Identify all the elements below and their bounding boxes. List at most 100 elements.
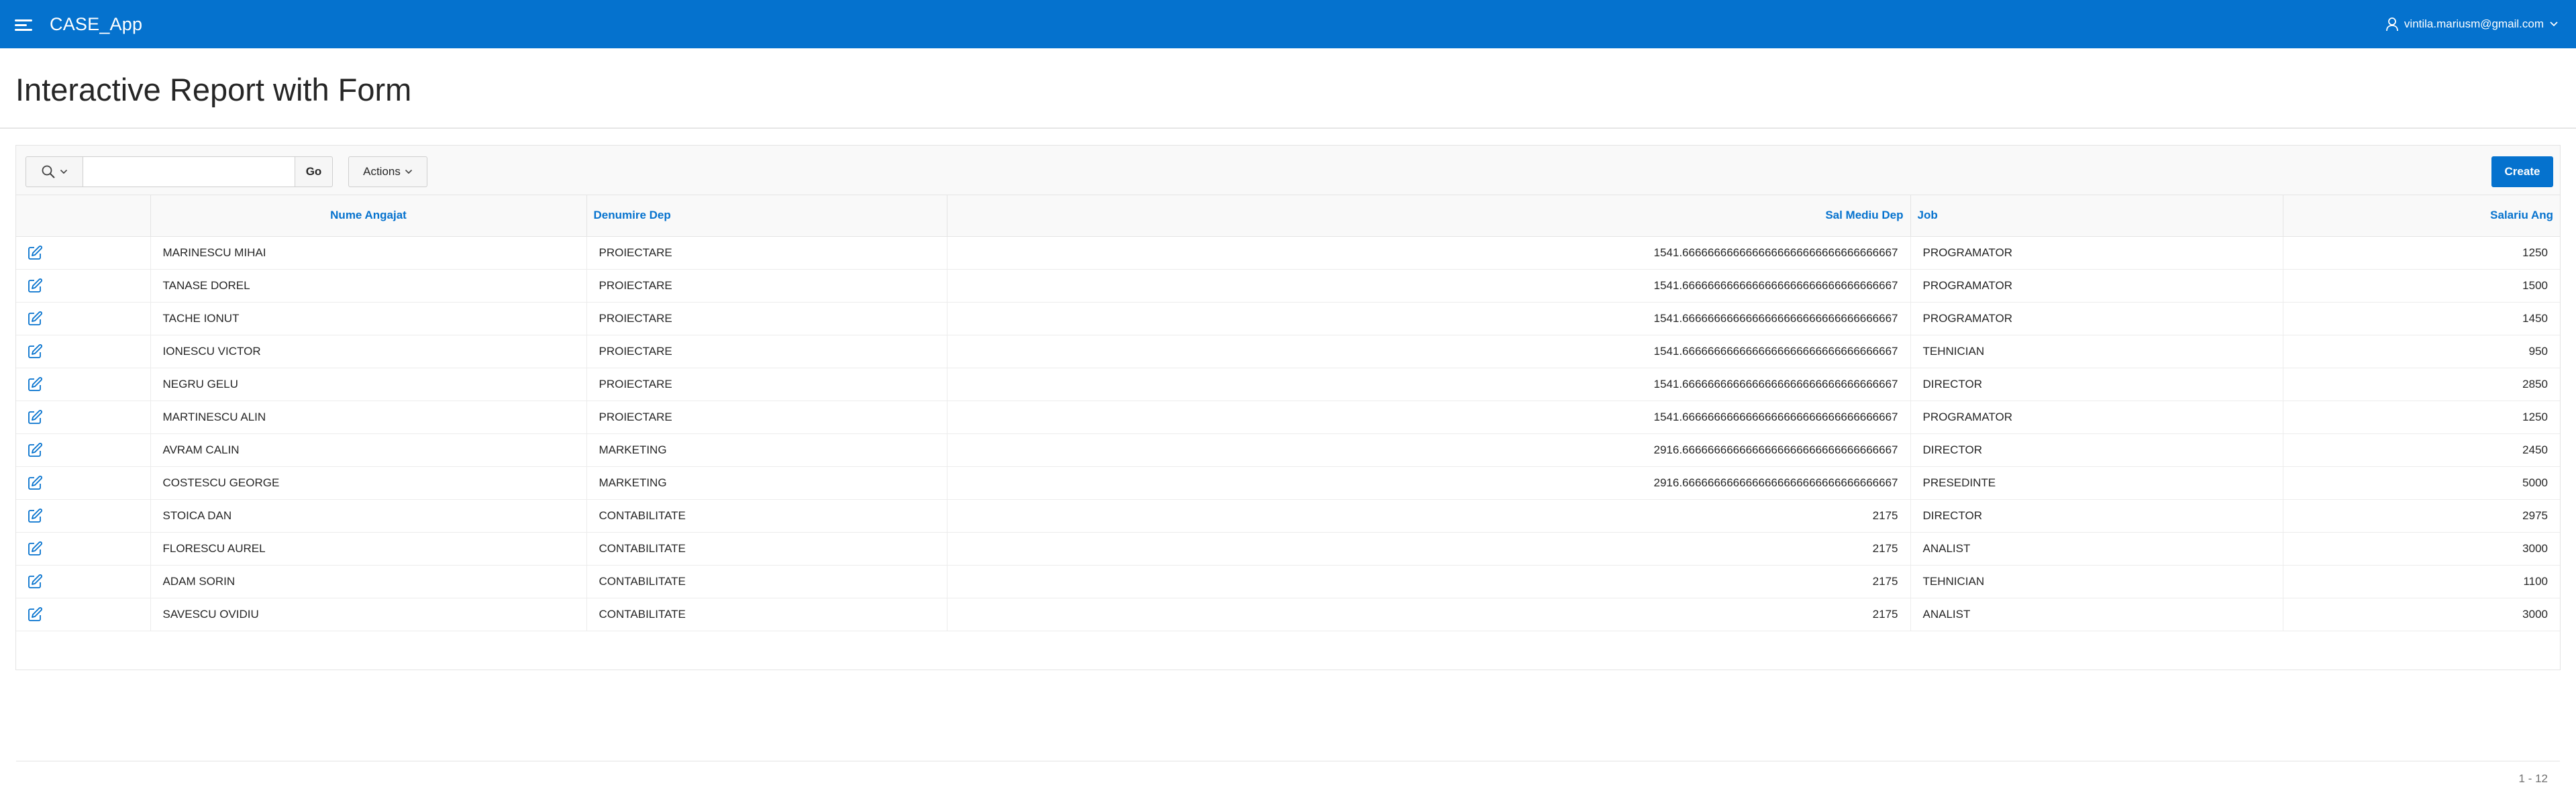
cell-sal-mediu-dep: 1541.6666666666666666666666666666666667 bbox=[947, 236, 1911, 270]
cell-salariu-ang: 2850 bbox=[2283, 368, 2560, 401]
app-title[interactable]: CASE_App bbox=[50, 14, 142, 35]
user-email: vintila.mariusm@gmail.com bbox=[2404, 17, 2544, 30]
table-row: STOICA DAN CONTABILITATE 2175 DIRECTOR 2975 bbox=[16, 499, 2560, 533]
cell-denumire-dep: PROIECTARE bbox=[586, 269, 947, 303]
cell-salariu-ang: 3000 bbox=[2283, 598, 2560, 631]
cell-denumire-dep: CONTABILITATE bbox=[586, 532, 947, 566]
user-menu[interactable]: vintila.mariusm@gmail.com bbox=[2385, 0, 2559, 48]
cell-nume-angajat: MARINESCU MIHAI bbox=[150, 236, 587, 270]
cell-sal-mediu-dep: 2175 bbox=[947, 565, 1911, 598]
column-header-denumire-dep[interactable]: Denumire Dep bbox=[586, 195, 947, 237]
cell-denumire-dep: MARKETING bbox=[586, 433, 947, 467]
edit-icon[interactable] bbox=[27, 343, 43, 360]
table-row: AVRAM CALIN MARKETING 2916.666666666666666… bbox=[16, 433, 2560, 467]
cell-salariu-ang: 5000 bbox=[2283, 466, 2560, 500]
cell-job: TEHNICIAN bbox=[1910, 565, 2283, 598]
edit-icon[interactable] bbox=[27, 442, 43, 458]
search-column-button[interactable] bbox=[25, 156, 83, 187]
hamburger-menu-icon[interactable] bbox=[15, 17, 34, 32]
table-row: MARTINESCU ALIN PROIECTARE 1541.6666666666… bbox=[16, 401, 2560, 434]
edit-cell bbox=[16, 433, 151, 467]
cell-sal-mediu-dep: 1541.6666666666666666666666666666666667 bbox=[947, 302, 1911, 335]
cell-job: PRESEDINTE bbox=[1910, 466, 2283, 500]
edit-icon[interactable] bbox=[27, 508, 43, 524]
edit-cell bbox=[16, 598, 151, 631]
create-button[interactable]: Create bbox=[2491, 156, 2553, 187]
cell-salariu-ang: 3000 bbox=[2283, 532, 2560, 566]
edit-cell bbox=[16, 335, 151, 368]
cell-salariu-ang: 2975 bbox=[2283, 499, 2560, 533]
edit-icon[interactable] bbox=[27, 409, 43, 425]
cell-denumire-dep: CONTABILITATE bbox=[586, 565, 947, 598]
cell-nume-angajat: IONESCU VICTOR bbox=[150, 335, 587, 368]
edit-icon[interactable] bbox=[27, 475, 43, 491]
search-input[interactable] bbox=[83, 156, 295, 187]
cell-nume-angajat: TANASE DOREL bbox=[150, 269, 587, 303]
page-title-region: Interactive Report with Form bbox=[0, 48, 2576, 129]
app-header: CASE_App vintila.mariusm@gmail.com bbox=[0, 0, 2576, 48]
column-header-salariu-ang[interactable]: Salariu Ang bbox=[2283, 195, 2560, 237]
cell-denumire-dep: PROIECTARE bbox=[586, 302, 947, 335]
cell-salariu-ang: 1500 bbox=[2283, 269, 2560, 303]
edit-icon[interactable] bbox=[27, 245, 43, 261]
interactive-report: Go Actions Create Nume Angajat Denumire … bbox=[15, 145, 2561, 785]
column-header-job[interactable]: Job bbox=[1910, 195, 2283, 237]
search-bar: Go bbox=[25, 156, 333, 187]
column-header-nume-angajat[interactable]: Nume Angajat bbox=[150, 195, 587, 237]
cell-job: DIRECTOR bbox=[1910, 433, 2283, 467]
table-row: TANASE DOREL PROIECTARE 1541.6666666666666… bbox=[16, 269, 2560, 303]
report-footer: 1 - 12 bbox=[16, 761, 2560, 797]
column-header-edit bbox=[16, 195, 151, 237]
report-toolbar: Go Actions Create bbox=[16, 146, 2560, 195]
edit-cell bbox=[16, 269, 151, 303]
cell-job: PROGRAMATOR bbox=[1910, 401, 2283, 434]
cell-sal-mediu-dep: 2175 bbox=[947, 598, 1911, 631]
edit-cell bbox=[16, 368, 151, 401]
cell-salariu-ang: 950 bbox=[2283, 335, 2560, 368]
cell-job: TEHNICIAN bbox=[1910, 335, 2283, 368]
table-row: MARINESCU MIHAI PROIECTARE 1541.6666666666… bbox=[16, 236, 2560, 270]
cell-job: DIRECTOR bbox=[1910, 499, 2283, 533]
report-table: Nume Angajat Denumire Dep Sal Mediu Dep … bbox=[16, 195, 2560, 631]
cell-nume-angajat: ADAM SORIN bbox=[150, 565, 587, 598]
cell-salariu-ang: 2450 bbox=[2283, 433, 2560, 467]
cell-sal-mediu-dep: 1541.6666666666666666666666666666666667 bbox=[947, 368, 1911, 401]
cell-nume-angajat: FLORESCU AUREL bbox=[150, 532, 587, 566]
cell-denumire-dep: CONTABILITATE bbox=[586, 499, 947, 533]
chevron-down-icon bbox=[405, 169, 412, 174]
edit-icon[interactable] bbox=[27, 376, 43, 392]
cell-job: PROGRAMATOR bbox=[1910, 236, 2283, 270]
cell-nume-angajat: COSTESCU GEORGE bbox=[150, 466, 587, 500]
table-row: SAVESCU OVIDIU CONTABILITATE 2175 ANALIST 30… bbox=[16, 598, 2560, 631]
cell-salariu-ang: 1250 bbox=[2283, 236, 2560, 270]
edit-icon[interactable] bbox=[27, 311, 43, 327]
cell-salariu-ang: 1450 bbox=[2283, 302, 2560, 335]
edit-icon[interactable] bbox=[27, 541, 43, 557]
cell-nume-angajat: AVRAM CALIN bbox=[150, 433, 587, 467]
edit-icon[interactable] bbox=[27, 278, 43, 294]
column-header-sal-mediu-dep[interactable]: Sal Mediu Dep bbox=[947, 195, 1911, 237]
user-icon bbox=[2386, 17, 2398, 32]
table-row: TACHE IONUT PROIECTARE 1541.66666666666666… bbox=[16, 302, 2560, 335]
actions-label: Actions bbox=[363, 165, 401, 178]
table-header-row: Nume Angajat Denumire Dep Sal Mediu Dep … bbox=[16, 195, 2560, 237]
edit-icon[interactable] bbox=[27, 574, 43, 590]
table-row: NEGRU GELU PROIECTARE 1541.666666666666666… bbox=[16, 368, 2560, 401]
cell-job: PROGRAMATOR bbox=[1910, 269, 2283, 303]
cell-denumire-dep: MARKETING bbox=[586, 466, 947, 500]
page-title: Interactive Report with Form bbox=[15, 72, 412, 107]
edit-cell bbox=[16, 466, 151, 500]
cell-nume-angajat: TACHE IONUT bbox=[150, 302, 587, 335]
cell-nume-angajat: STOICA DAN bbox=[150, 499, 587, 533]
cell-sal-mediu-dep: 1541.6666666666666666666666666666666667 bbox=[947, 335, 1911, 368]
edit-cell bbox=[16, 532, 151, 566]
cell-job: ANALIST bbox=[1910, 532, 2283, 566]
cell-job: ANALIST bbox=[1910, 598, 2283, 631]
chevron-down-icon bbox=[2550, 21, 2558, 27]
go-button[interactable]: Go bbox=[295, 156, 333, 187]
actions-menu-button[interactable]: Actions bbox=[348, 156, 427, 187]
cell-denumire-dep: PROIECTARE bbox=[586, 335, 947, 368]
edit-cell bbox=[16, 236, 151, 270]
edit-cell bbox=[16, 499, 151, 533]
edit-icon[interactable] bbox=[27, 606, 43, 623]
